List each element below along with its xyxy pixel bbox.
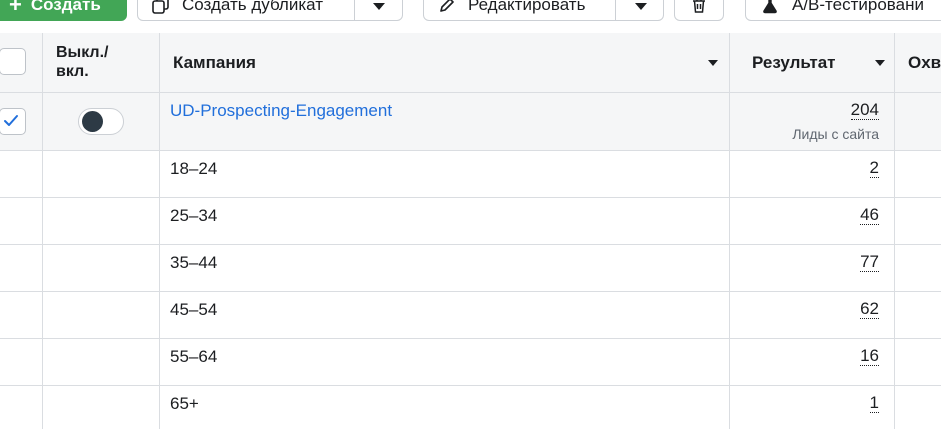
breakdown-result[interactable]: 2 xyxy=(869,159,879,178)
result-sort-icon[interactable] xyxy=(875,60,885,66)
breakdown-result[interactable]: 1 xyxy=(869,394,879,413)
breakdown-age: 45–54 xyxy=(170,300,218,319)
copy-icon xyxy=(152,0,170,14)
breakdown-age: 65+ xyxy=(170,394,199,413)
breakdown-result[interactable]: 77 xyxy=(860,253,879,272)
plus-icon: + xyxy=(9,0,22,17)
campaign-sort-icon[interactable] xyxy=(708,60,718,66)
breakdown-result[interactable]: 16 xyxy=(860,347,879,366)
toggle-knob xyxy=(82,111,103,132)
column-header-reach[interactable]: Охв xyxy=(908,53,941,73)
duplicate-button-label: Создать дубликат xyxy=(182,0,324,14)
campaign-result-value[interactable]: 204 xyxy=(850,101,879,120)
campaign-name-link[interactable]: UD-Prospecting-Engagement xyxy=(170,101,392,121)
delete-button[interactable] xyxy=(674,0,724,21)
column-header-campaign[interactable]: Кампания xyxy=(173,53,256,73)
campaign-result-type: Лиды с сайта xyxy=(792,126,879,142)
create-button-label: Создать xyxy=(30,0,101,14)
breakdown-age: 18–24 xyxy=(170,159,218,178)
checkmark-icon xyxy=(4,115,18,126)
toolbar: + Создать Создать дубликат Редактировать… xyxy=(0,0,941,34)
breakdown-age: 55–64 xyxy=(170,347,218,366)
breakdown-result[interactable]: 46 xyxy=(860,206,879,225)
duplicate-button[interactable]: Создать дубликат xyxy=(137,0,403,21)
ab-test-button[interactable]: A/B-тестировани xyxy=(745,0,941,21)
edit-button[interactable]: Редактировать xyxy=(423,0,664,21)
column-header-toggle[interactable]: Выкл./вкл. xyxy=(56,43,136,81)
trash-icon xyxy=(690,0,708,14)
edit-dropdown-icon[interactable] xyxy=(635,3,647,10)
flask-icon xyxy=(761,0,779,14)
edit-button-label: Редактировать xyxy=(468,0,586,14)
campaign-row-checkbox[interactable] xyxy=(0,108,26,135)
breakdown-age: 25–34 xyxy=(170,206,218,225)
pencil-icon xyxy=(438,0,456,14)
breakdown-result[interactable]: 62 xyxy=(860,300,879,319)
select-all-checkbox[interactable] xyxy=(0,48,26,75)
duplicate-dropdown-icon[interactable] xyxy=(373,3,385,10)
create-button[interactable]: + Создать xyxy=(0,0,127,21)
breakdown-age: 35–44 xyxy=(170,253,218,272)
campaign-toggle[interactable] xyxy=(78,108,124,135)
ab-test-button-label: A/B-тестировани xyxy=(792,0,924,14)
column-header-result[interactable]: Результат xyxy=(752,53,836,73)
